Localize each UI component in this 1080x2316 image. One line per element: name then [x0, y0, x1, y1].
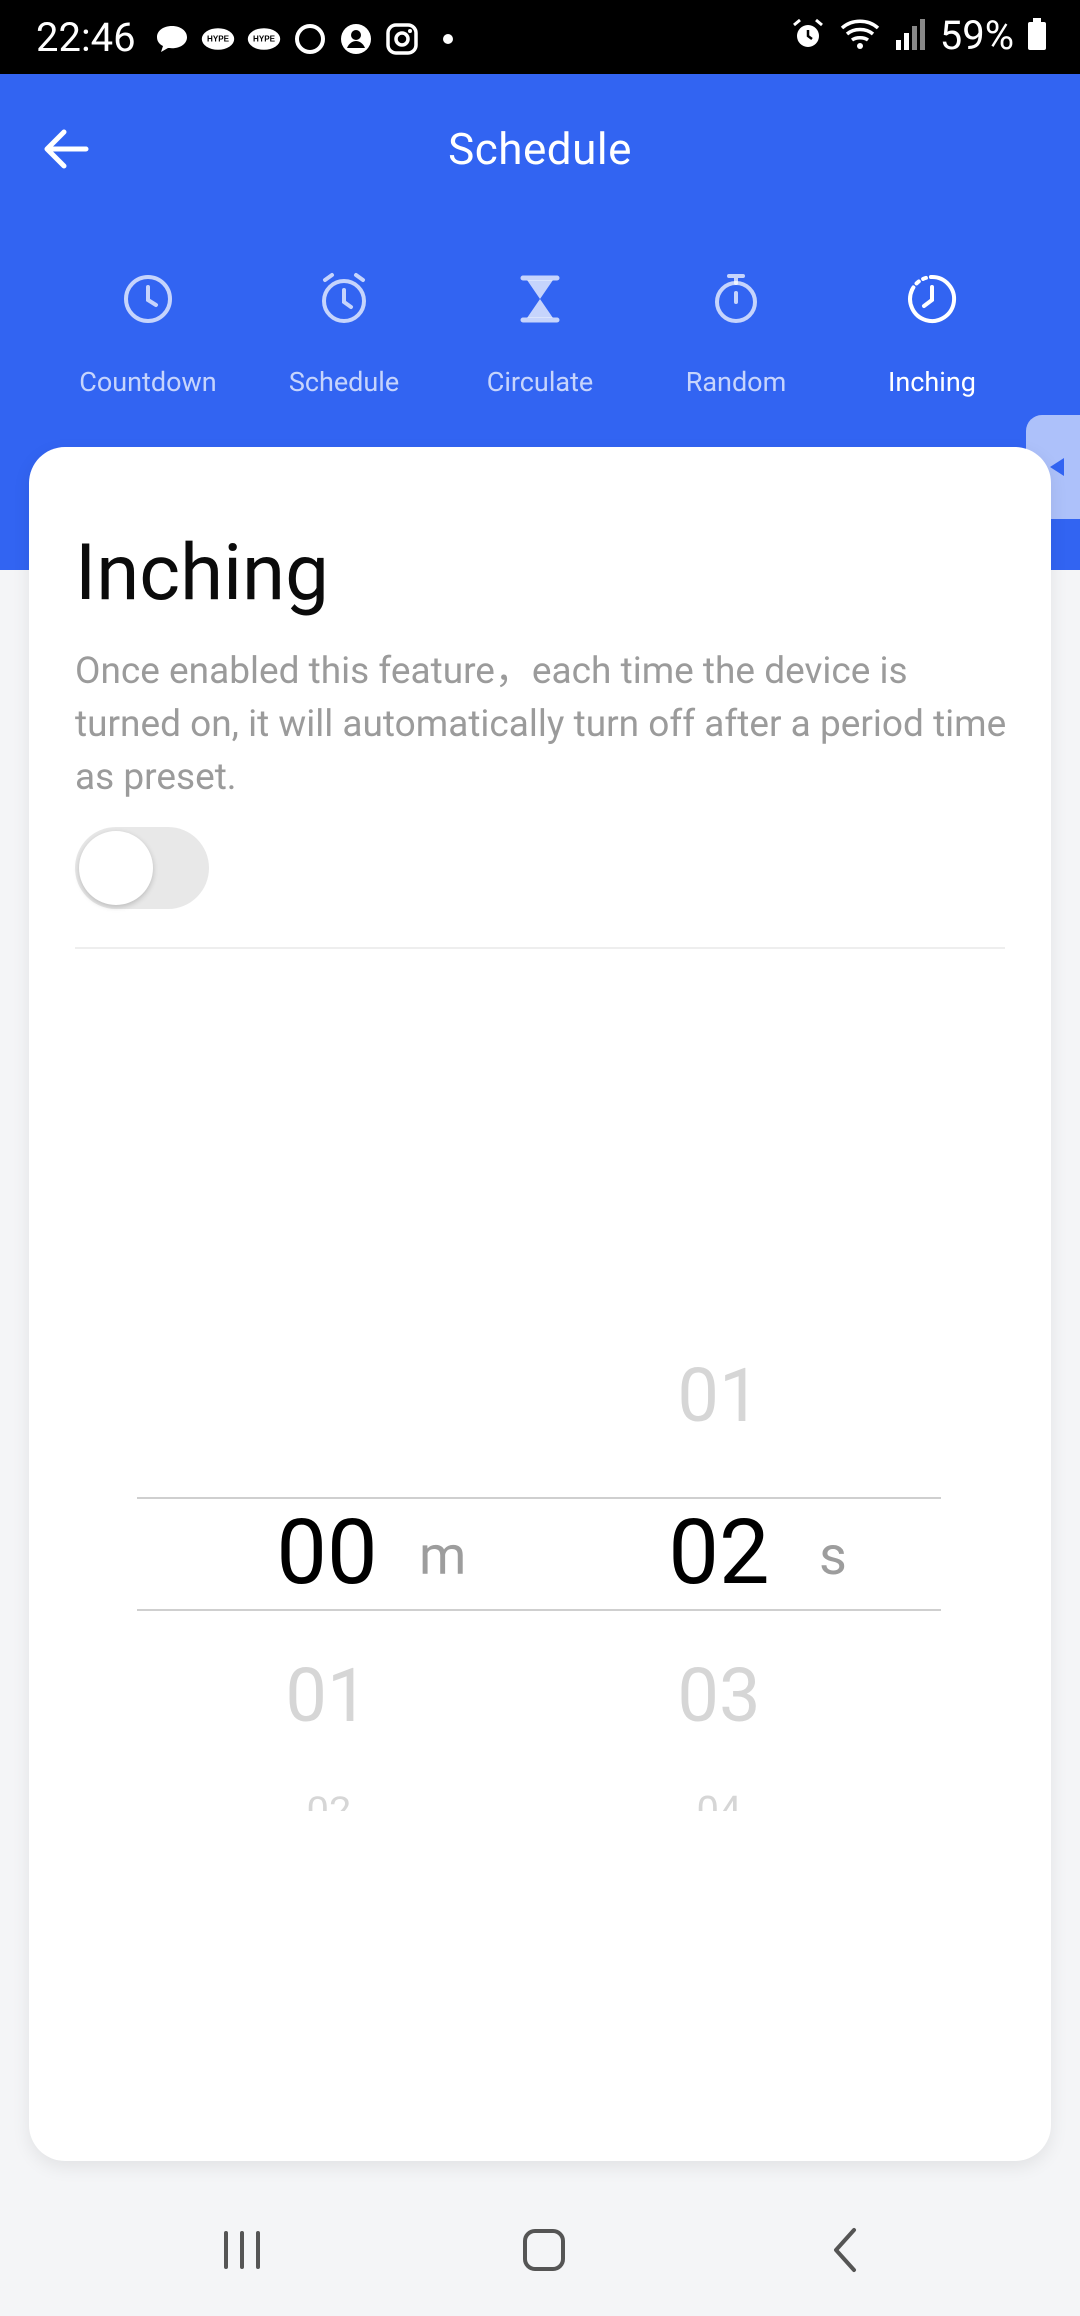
divider [75, 947, 1005, 949]
seconds-option: 04 [669, 1793, 769, 1811]
seconds-selected: 02 [668, 1500, 770, 1605]
svg-text:HYPE: HYPE [253, 35, 276, 44]
recent-apps-button[interactable] [182, 2210, 302, 2290]
tab-label: Schedule [288, 366, 400, 398]
clock-icon [124, 275, 172, 323]
tab-label: Inching [888, 366, 976, 398]
status-right: 59% [790, 16, 1048, 56]
home-icon [523, 2229, 565, 2271]
inching-toggle[interactable] [75, 827, 209, 909]
hype-icon: HYPE [200, 24, 236, 54]
dot-icon [430, 24, 466, 54]
navigation-bar [0, 2180, 1080, 2316]
seconds-option: 03 [677, 1653, 761, 1740]
battery-percent: 59% [939, 12, 1014, 59]
thread-icon [292, 24, 328, 54]
instagram-icon [384, 23, 420, 55]
minutes-selected: 00 [276, 1500, 378, 1605]
tab-label: Countdown [79, 366, 217, 398]
battery-icon [1026, 16, 1048, 56]
svg-text:HYPE: HYPE [207, 35, 230, 44]
stopwatch-icon [715, 274, 757, 323]
tab-random[interactable]: Random [646, 270, 826, 410]
alarm-icon [790, 16, 826, 56]
clock-dashed-icon [908, 274, 957, 323]
tab-inching[interactable]: Inching [842, 270, 1022, 410]
toggle-knob [79, 831, 153, 905]
notification-icons: HYPE HYPE [154, 23, 466, 55]
tab-bar: Countdown Schedule Circulate Random Inch… [0, 270, 1080, 410]
minutes-option-clip: 02 [279, 1793, 379, 1811]
minutes-option: 01 [285, 1653, 369, 1740]
tab-label: Circulate [486, 366, 594, 398]
card-title: Inching [75, 528, 329, 619]
hourglass-icon [520, 275, 560, 323]
picker-selection-bottom-line [137, 1609, 941, 1611]
seconds-unit: s [819, 1525, 847, 1588]
seconds-option-clip: 04 [669, 1793, 769, 1811]
page-title: Schedule [448, 123, 632, 175]
chat-bubble-icon [154, 24, 190, 54]
picker-selection-top-line [137, 1497, 941, 1499]
status-bar: 22:46 HYPE HYPE 59% [0, 0, 1080, 74]
minutes-option: 02 [279, 1793, 379, 1811]
tab-schedule[interactable]: Schedule [254, 270, 434, 410]
recent-apps-icon [224, 2231, 260, 2269]
card-description: Once enabled this feature，each time the … [75, 650, 1007, 799]
seconds-option: 01 [677, 1353, 761, 1440]
wifi-icon [838, 16, 882, 56]
back-icon [834, 2228, 856, 2272]
signal-icon [894, 16, 928, 56]
inching-card: Inching Once enabled this feature，each t… [29, 447, 1051, 2161]
status-time: 22:46 [36, 14, 136, 61]
tab-circulate[interactable]: Circulate [450, 270, 630, 410]
back-nav-button[interactable] [786, 2210, 906, 2290]
alarm-clock-icon [322, 273, 366, 323]
hype-icon: HYPE [246, 24, 282, 54]
minutes-unit: m [419, 1525, 467, 1588]
home-button[interactable] [484, 2210, 604, 2290]
profile-icon [338, 24, 374, 54]
tab-countdown[interactable]: Countdown [58, 270, 238, 410]
tab-label: Random [685, 366, 787, 398]
